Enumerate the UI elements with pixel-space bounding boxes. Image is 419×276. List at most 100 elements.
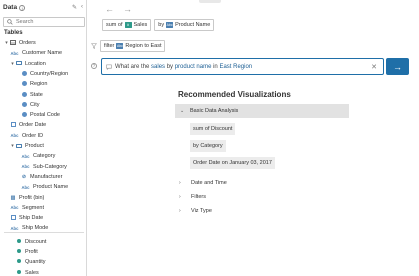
- data-pane: Data i ✎ ‹ Tables ▾ Orders AbcCustomer N…: [0, 0, 87, 276]
- chevron-right-icon: ›: [179, 180, 181, 186]
- clear-icon[interactable]: ✕: [371, 63, 377, 71]
- speech-bubble-icon: [106, 64, 112, 70]
- back-arrow-icon[interactable]: ←: [105, 4, 114, 14]
- search-icon: [7, 19, 13, 25]
- filter-row: filter Abc Region to East: [91, 40, 166, 52]
- search-input[interactable]: [16, 19, 82, 25]
- chevron-right-icon: ›: [179, 194, 181, 200]
- measure-icon: [16, 239, 22, 245]
- sales-pill[interactable]: sum of # Sales: [102, 19, 152, 31]
- field-label: Sub-Category: [33, 163, 67, 170]
- field-label: State: [30, 91, 43, 98]
- field-item[interactable]: Abc Customer Name: [10, 48, 63, 58]
- arrow-right-icon: →: [393, 61, 402, 72]
- suggestion-discount[interactable]: sum of Discount: [190, 123, 236, 135]
- field-label: Country/Region: [30, 70, 69, 77]
- field-item[interactable]: Region: [21, 79, 47, 89]
- table-orders[interactable]: ▾ Orders: [4, 38, 36, 48]
- basic-analysis-header[interactable]: ⌄ Basic Data Analysis: [175, 104, 349, 118]
- table-label: Orders: [19, 40, 36, 46]
- field-item[interactable]: Order Date: [10, 120, 46, 130]
- field-item[interactable]: City: [21, 100, 39, 110]
- measure-item[interactable]: Sales: [16, 268, 39, 276]
- field-label: Profit (bin): [19, 194, 45, 201]
- ask-data-input[interactable]: What are the sales by product name in Ea…: [101, 58, 384, 75]
- data-pane-header: Data i ✎ ‹: [3, 3, 85, 12]
- field-label: Product Name: [33, 184, 69, 191]
- string-field-icon: Abc: [21, 184, 30, 190]
- field-label: Postal Code: [30, 112, 60, 119]
- link-icon: ⊘: [21, 173, 27, 180]
- measures-divider: [4, 232, 84, 233]
- forward-arrow-icon[interactable]: →: [123, 4, 132, 14]
- info-icon[interactable]: i: [19, 4, 26, 11]
- measure-item[interactable]: Quantity: [16, 257, 45, 267]
- globe-icon: [21, 81, 27, 87]
- field-label: Region: [30, 81, 48, 88]
- measure-label: Quantity: [25, 259, 46, 266]
- field-item[interactable]: Abc Order ID: [10, 131, 44, 141]
- field-item[interactable]: State: [21, 90, 43, 100]
- measure-label: Discount: [25, 239, 47, 245]
- measure-label: Profit: [25, 249, 38, 256]
- field-label: Category: [33, 153, 56, 160]
- collapse-pane-icon[interactable]: ‹: [81, 4, 83, 11]
- suggestion-category[interactable]: by Category: [190, 140, 226, 152]
- calendar-icon: [10, 122, 16, 128]
- string-field-icon: Abc: [10, 50, 19, 56]
- field-item[interactable]: Abc Sub-Category: [21, 162, 67, 172]
- date-time-section[interactable]: › Date and Time: [179, 178, 227, 188]
- field-label: Ship Date: [19, 215, 44, 222]
- globe-icon: [21, 91, 27, 98]
- suggestion-order-date[interactable]: Order Date on January 03, 2017: [190, 157, 275, 169]
- calendar-icon: [10, 215, 16, 221]
- search-box[interactable]: [3, 17, 85, 27]
- region-filter-pill[interactable]: filter Abc Region to East: [100, 40, 166, 52]
- interpretation-pills: sum of # Sales by Abc Product Name: [102, 19, 215, 31]
- hierarchy-icon: [15, 143, 22, 149]
- table-icon: [9, 40, 16, 46]
- field-item[interactable]: Country/Region: [21, 69, 68, 79]
- field-label: Order Date: [19, 122, 47, 129]
- string-field-icon: Abc: [10, 225, 19, 231]
- field-label: Customer Name: [22, 50, 63, 57]
- field-item[interactable]: Abc Category: [21, 151, 56, 161]
- measure-item[interactable]: Profit: [16, 247, 38, 257]
- measure-badge: #: [124, 22, 132, 28]
- field-item[interactable]: ⊘ Manufacturer: [21, 172, 63, 182]
- measure-item[interactable]: Discount: [16, 237, 46, 247]
- field-label: City: [30, 101, 40, 108]
- chevron-right-icon: ›: [179, 208, 181, 214]
- field-item[interactable]: Abc Segment: [10, 203, 44, 213]
- field-item[interactable]: ▥ Profit (bin): [10, 193, 45, 203]
- globe-icon: [21, 101, 27, 108]
- edit-pencil-icon[interactable]: ✎: [72, 4, 77, 11]
- field-item[interactable]: Abc Product Name: [21, 182, 69, 192]
- string-field-icon: Abc: [21, 153, 30, 159]
- field-item[interactable]: Ship Date: [10, 213, 43, 223]
- product-name-pill[interactable]: by Abc Product Name: [154, 19, 215, 31]
- field-label: Segment: [22, 204, 45, 211]
- field-label: Product: [25, 143, 44, 149]
- field-item[interactable]: Postal Code: [21, 110, 60, 120]
- measure-icon: [16, 269, 22, 276]
- field-item[interactable]: ▾ Product: [10, 141, 44, 151]
- filter-icon: [91, 43, 97, 49]
- ask-data-text[interactable]: What are the sales by product name in Ea…: [115, 64, 252, 70]
- dimension-badge: Abc: [166, 22, 174, 28]
- dimension-badge: Abc: [116, 43, 124, 49]
- measure-icon: [16, 249, 22, 255]
- field-label: Location: [25, 60, 46, 67]
- filters-section[interactable]: › Filters: [179, 192, 206, 202]
- drag-handle[interactable]: [199, 0, 221, 3]
- submit-query-button[interactable]: →: [386, 58, 409, 75]
- tables-heading: Tables: [4, 30, 23, 36]
- field-item[interactable]: ▾ Location: [10, 59, 46, 69]
- field-label: Ship Mode: [22, 225, 49, 232]
- history-nav: ← →: [105, 4, 132, 14]
- chevron-down-icon: ⌄: [180, 108, 185, 114]
- globe-icon: [21, 112, 27, 118]
- string-field-icon: Abc: [21, 164, 30, 170]
- viz-type-section[interactable]: › Viz Type: [179, 206, 212, 216]
- question-icon[interactable]: ?: [91, 63, 97, 69]
